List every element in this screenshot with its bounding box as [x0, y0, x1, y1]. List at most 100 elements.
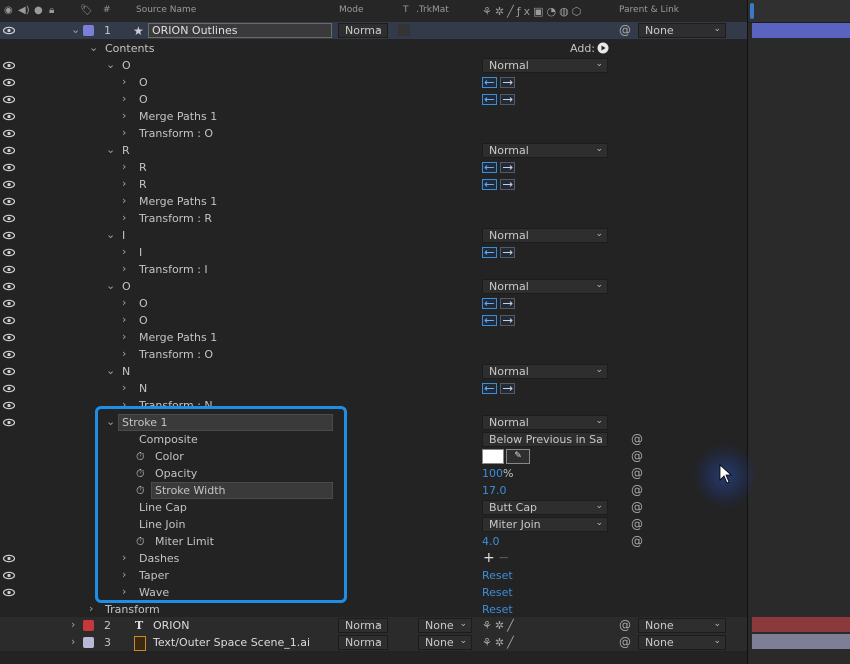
- eye-icon[interactable]: [3, 553, 15, 564]
- chevron-right-icon[interactable]: ›: [122, 75, 132, 88]
- trkmat-dropdown[interactable]: None ⌄: [418, 635, 472, 650]
- chevron-right-icon[interactable]: ›: [122, 211, 132, 224]
- layer3-bar[interactable]: [752, 634, 850, 649]
- group-blend-dropdown[interactable]: Normal ⌄: [482, 364, 608, 379]
- pick-whip-icon[interactable]: @: [631, 534, 643, 548]
- layer-row-2[interactable]: › 2 T ORION Norma ⌄ None ⌄ ⚘✲╱ @ None ⌄: [0, 617, 747, 634]
- parent-dropdown[interactable]: None ⌄: [638, 618, 726, 633]
- t-header[interactable]: T: [403, 5, 409, 15]
- label-color-swatch[interactable]: [83, 620, 94, 631]
- mode-header[interactable]: Mode: [339, 5, 364, 15]
- pick-whip-icon[interactable]: @: [619, 618, 631, 632]
- eye-icon[interactable]: [3, 570, 15, 581]
- eye-icon[interactable]: [3, 128, 15, 139]
- group-row-2[interactable]: ⌄ I Normal ⌄: [0, 227, 747, 244]
- eye-icon[interactable]: [3, 400, 15, 411]
- remove-dash-icon[interactable]: −: [498, 550, 510, 566]
- preserve-transparency-box[interactable]: [398, 24, 410, 36]
- chevron-right-icon[interactable]: ›: [122, 245, 132, 258]
- chevron-right-icon[interactable]: ›: [71, 618, 81, 631]
- time-ruler[interactable]: [748, 0, 850, 23]
- pick-whip-icon[interactable]: @: [631, 517, 643, 531]
- chevron-right-icon[interactable]: ›: [89, 602, 99, 615]
- taper-reset-link[interactable]: Reset: [482, 569, 513, 582]
- path-direction-icons[interactable]: [482, 179, 516, 190]
- group-child-row[interactable]: › O: [0, 312, 747, 329]
- group-child-row[interactable]: › O: [0, 295, 747, 312]
- group-child-row[interactable]: › Transform : O: [0, 346, 747, 363]
- eye-icon[interactable]: [3, 383, 15, 394]
- wave-reset-link[interactable]: Reset: [482, 586, 513, 599]
- eye-icon[interactable]: [3, 366, 15, 377]
- label-color-swatch[interactable]: [83, 25, 94, 36]
- line-join-dropdown[interactable]: Miter Join ⌄: [482, 517, 608, 532]
- current-time-indicator[interactable]: [750, 3, 754, 19]
- group-child-row[interactable]: › R: [0, 159, 747, 176]
- eye-icon[interactable]: [3, 417, 15, 428]
- composite-dropdown[interactable]: Below Previous in Sa: [482, 432, 608, 447]
- chevron-right-icon[interactable]: ›: [122, 126, 132, 139]
- chevron-right-icon[interactable]: ›: [122, 313, 132, 326]
- chevron-down-icon[interactable]: ⌄: [71, 23, 81, 36]
- eye-icon[interactable]: [3, 77, 15, 88]
- parent-dropdown[interactable]: None ⌄: [638, 635, 726, 650]
- path-direction-icons[interactable]: [482, 77, 516, 88]
- path-direction-icons[interactable]: [482, 247, 516, 258]
- transform-row[interactable]: › Transform Reset: [0, 601, 747, 618]
- path-direction-icons[interactable]: [482, 383, 516, 394]
- switches-header-icons[interactable]: ⚘✲╱ƒx▣◔◍⬡: [482, 5, 584, 18]
- eye-icon[interactable]: [3, 332, 15, 343]
- pick-whip-icon[interactable]: @: [631, 500, 643, 514]
- mode-dropdown[interactable]: Norma ⌄: [338, 635, 388, 650]
- stroke-blend-dropdown[interactable]: Normal ⌄: [482, 415, 608, 430]
- layer-name[interactable]: ORION: [153, 619, 189, 632]
- group-row-4[interactable]: ⌄ N Normal ⌄: [0, 363, 747, 380]
- path-direction-icons[interactable]: [482, 94, 516, 105]
- transform-reset-link[interactable]: Reset: [482, 603, 513, 616]
- eye-icon[interactable]: [3, 162, 15, 173]
- eye-icon[interactable]: [3, 349, 15, 360]
- chevron-down-icon[interactable]: ⌄: [106, 228, 116, 241]
- group-child-row[interactable]: › Merge Paths 1: [0, 329, 747, 346]
- add-dash-icon[interactable]: +: [483, 550, 495, 566]
- eye-icon[interactable]: [3, 145, 15, 156]
- line-cap-dropdown[interactable]: Butt Cap ⌄: [482, 500, 608, 515]
- solo-toggle-icon[interactable]: ●: [34, 5, 43, 16]
- group-child-row[interactable]: › N: [0, 380, 747, 397]
- chevron-down-icon[interactable]: ⌄: [106, 143, 116, 156]
- path-direction-icons[interactable]: [482, 162, 516, 173]
- chevron-right-icon[interactable]: ›: [71, 635, 81, 648]
- group-blend-dropdown[interactable]: Normal ⌄: [482, 143, 608, 158]
- audio-toggle-icon[interactable]: ◀): [18, 5, 30, 16]
- group-row-0[interactable]: ⌄ O Normal ⌄: [0, 57, 747, 74]
- video-toggle-icon[interactable]: ◉: [4, 5, 13, 16]
- group-blend-dropdown[interactable]: Normal ⌄: [482, 228, 608, 243]
- add-play-icon[interactable]: [597, 42, 609, 54]
- chevron-right-icon[interactable]: ›: [122, 330, 132, 343]
- eye-icon[interactable]: [3, 230, 15, 241]
- layer-name[interactable]: Text/Outer Space Scene_1.ai: [153, 636, 310, 649]
- layer-number-header[interactable]: #: [103, 5, 111, 15]
- eye-icon[interactable]: [3, 111, 15, 122]
- layer-row-1[interactable]: ⌄ 1 ★ ORION Outlines Norma ⌄ @ None ⌄: [0, 22, 747, 39]
- trkmat-header[interactable]: .TrkMat: [416, 5, 449, 15]
- panel-divider[interactable]: [747, 0, 748, 664]
- layer-switches-icons[interactable]: ⚘✲╱: [482, 619, 517, 632]
- chevron-right-icon[interactable]: ›: [122, 194, 132, 207]
- group-child-row[interactable]: › Transform : I: [0, 261, 747, 278]
- parent-dropdown[interactable]: None ⌄: [638, 23, 726, 38]
- eye-icon[interactable]: [3, 94, 15, 105]
- trkmat-dropdown[interactable]: None ⌄: [418, 618, 472, 633]
- opacity-value[interactable]: 100: [482, 467, 503, 480]
- pick-whip-icon[interactable]: @: [631, 483, 643, 497]
- chevron-down-icon[interactable]: ⌄: [106, 279, 116, 292]
- source-name-header[interactable]: Source Name: [136, 5, 196, 15]
- eye-icon[interactable]: [3, 179, 15, 190]
- eye-icon[interactable]: [3, 587, 15, 598]
- eye-icon[interactable]: [3, 25, 15, 36]
- chevron-right-icon[interactable]: ›: [122, 109, 132, 122]
- lock-toggle-icon[interactable]: 🔒︎: [49, 5, 54, 16]
- chevron-down-icon[interactable]: ⌄: [106, 58, 116, 71]
- group-child-row[interactable]: › I: [0, 244, 747, 261]
- group-blend-dropdown[interactable]: Normal ⌄: [482, 279, 608, 294]
